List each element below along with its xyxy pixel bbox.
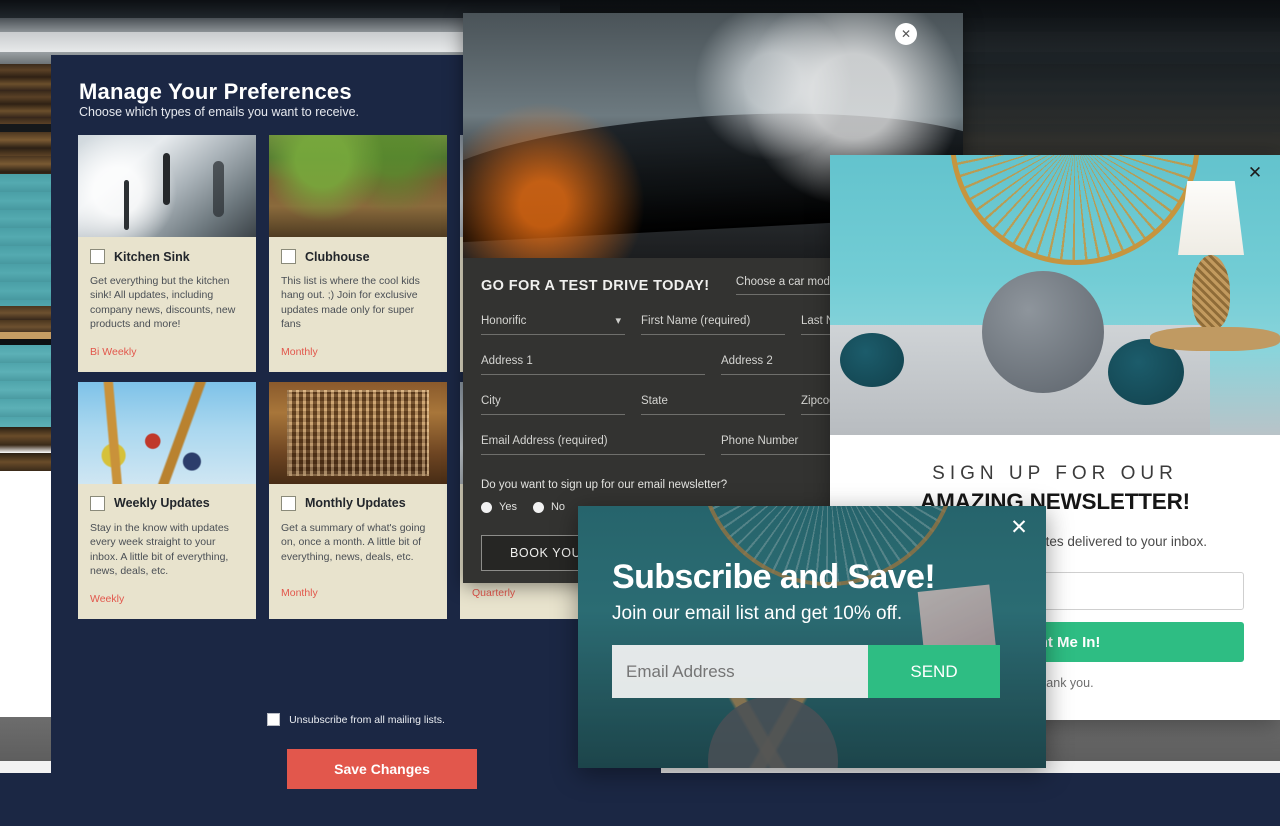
card-image-monthly-updates [269,381,447,484]
card-image-kitchen-sink [78,135,256,237]
decor-lamp-base [1192,255,1230,329]
card-header: Monthly Updates [281,495,435,511]
preference-card-weekly-updates[interactable]: Weekly Updates Stay in the know with upd… [78,381,256,619]
card-body: Monthly Updates Get a summary of what's … [269,484,447,613]
card-image-clubhouse [269,135,447,237]
page-subtitle: Choose which types of emails you want to… [79,105,359,119]
checkbox-kitchen-sink[interactable] [90,249,105,264]
card-description: This list is where the cool kids hang ou… [281,275,420,331]
decor-lamp-shade [1178,181,1244,255]
close-icon[interactable]: ✕ [895,23,917,45]
radio-no[interactable]: No [532,501,566,513]
checkbox-clubhouse[interactable] [281,249,296,264]
subscribe-save-modal: ✕ Subscribe and Save! Join our email lis… [578,506,1046,768]
card-frequency: Monthly [281,345,318,358]
city-input[interactable]: City [481,395,625,415]
card-title: Weekly Updates [114,496,210,511]
card-title: Clubhouse [305,249,370,264]
email-input[interactable]: Email Address (required) [481,435,705,455]
checkbox-weekly-updates[interactable] [90,495,105,511]
newsletter-hero-image [830,155,1280,435]
state-input[interactable]: State [641,395,785,415]
card-image-weekly-updates [78,381,256,484]
card-frequency: Weekly [90,592,125,605]
preference-card-clubhouse[interactable]: Clubhouse This list is where the cool ki… [269,135,447,372]
subscribe-email-input[interactable] [612,645,868,698]
subscribe-content: Subscribe and Save! Join our email list … [578,506,1046,768]
card-header: Clubhouse [281,249,435,264]
card-body: Kitchen Sink Get everything but the kitc… [78,237,256,372]
checkbox-unsubscribe-all[interactable] [267,713,281,726]
address1-input[interactable]: Address 1 [481,355,705,375]
card-title: Kitchen Sink [114,249,190,264]
card-header: Kitchen Sink [90,249,244,264]
radio-dot-icon [532,501,544,513]
radio-yes[interactable]: Yes [481,501,517,513]
decor-cushion-grey [982,271,1104,393]
card-body: Clubhouse This list is where the cool ki… [269,237,447,372]
honorific-select[interactable]: Honorific [481,314,625,335]
first-name-input[interactable]: First Name (required) [641,315,785,335]
close-icon[interactable]: ✕ [1244,161,1266,183]
card-body: Weekly Updates Stay in the know with upd… [78,484,256,619]
unsubscribe-row: Unsubscribe from all mailing lists. [51,713,661,726]
close-icon[interactable]: ✕ [1006,514,1032,540]
checkbox-monthly-updates[interactable] [281,495,296,511]
subscribe-heading: Subscribe and Save! [612,558,936,596]
screen: Manage Your Preferences Choose which typ… [0,0,1280,826]
card-frequency: Monthly [281,586,318,599]
card-frequency: Bi Weekly [90,345,137,358]
decor-mirror [950,155,1200,265]
subscribe-subheading: Join our email list and get 10% off. [612,603,903,624]
preference-card-kitchen-sink[interactable]: Kitchen Sink Get everything but the kitc… [78,135,256,372]
subscribe-send-button[interactable]: SEND [868,645,1000,698]
unsubscribe-label: Unsubscribe from all mailing lists. [289,713,445,726]
subscribe-form: SEND [612,645,1000,698]
card-description: Get a summary of what's going on, once a… [281,521,426,563]
card-description: Stay in the know with updates every week… [90,521,229,578]
radio-dot-icon [481,501,492,513]
card-header: Weekly Updates [90,495,244,511]
radio-no-label: No [550,501,566,513]
decor-side-table [1150,327,1280,351]
decor-cushion-teal-left [840,333,904,387]
card-title: Monthly Updates [305,496,406,511]
radio-yes-label: Yes [499,501,517,513]
card-description: Get everything but the kitchen sink! All… [90,275,236,331]
test-drive-heading: GO FOR A TEST DRIVE TODAY! [481,277,710,294]
save-changes-button[interactable]: Save Changes [287,749,477,789]
newsletter-kicker: SIGN UP FOR OUR [932,463,1178,484]
preference-card-monthly-updates[interactable]: Monthly Updates Get a summary of what's … [269,381,447,619]
page-title: Manage Your Preferences [79,79,352,104]
